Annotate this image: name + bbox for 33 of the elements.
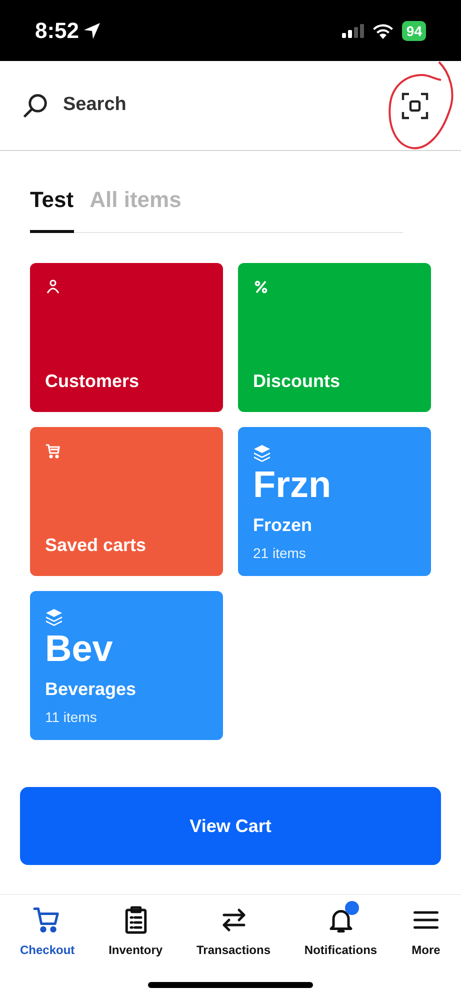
- scan-icon: [401, 92, 429, 120]
- tile-label: Customers: [45, 370, 140, 393]
- nav-tab[interactable]: Inventory: [108, 905, 163, 959]
- nav-tab[interactable]: More: [410, 905, 441, 959]
- tile-label: Frozen: [253, 514, 314, 537]
- view-cart-button[interactable]: View Cart: [20, 787, 441, 865]
- item-count: 21 items: [253, 544, 307, 563]
- nav-tab[interactable]: Checkout: [20, 905, 75, 959]
- person-icon: [45, 279, 61, 295]
- item-count: 11 items: [45, 708, 98, 727]
- tile[interactable]: Frzn Frozen 21 items: [238, 427, 431, 576]
- tile[interactable]: Bev Beverages 11 items: [30, 591, 223, 740]
- tab[interactable]: Test: [30, 183, 74, 233]
- tile[interactable]: Saved carts: [30, 427, 223, 576]
- percent-icon: [253, 279, 269, 295]
- nav-tab[interactable]: Notifications: [304, 905, 378, 959]
- location-arrow-icon: [83, 22, 102, 40]
- search-icon: [22, 92, 49, 119]
- tile-label: Discounts: [253, 370, 342, 393]
- layers-icon: [253, 444, 271, 462]
- tile[interactable]: Customers: [30, 263, 223, 412]
- cart-icon: [45, 443, 61, 459]
- battery-indicator: 94: [402, 20, 426, 40]
- tile-label: Saved carts: [45, 534, 148, 557]
- search-field[interactable]: Search: [63, 91, 263, 120]
- nav-tab[interactable]: Transactions: [196, 905, 271, 959]
- tile-abbreviation: Bev: [45, 628, 114, 670]
- tile-label: Beverages: [45, 678, 138, 701]
- wifi-icon: [372, 22, 394, 38]
- tile-abbreviation: Frzn: [253, 464, 332, 506]
- layers-icon: [45, 608, 63, 626]
- clock-time: 8:52: [35, 17, 80, 45]
- signal-icon: [342, 24, 364, 38]
